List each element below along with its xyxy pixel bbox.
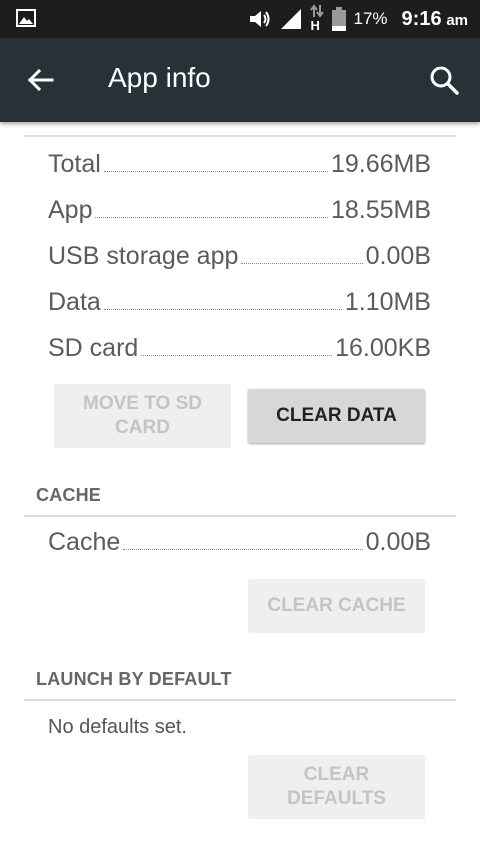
network-type: H	[310, 18, 320, 33]
volume-icon	[249, 11, 270, 27]
storage-row-app: App 18.55MB	[48, 196, 431, 224]
battery-percent: 17%	[353, 9, 388, 28]
cache-row: Cache 0.00B	[48, 528, 431, 556]
clear-cache-button[interactable]: CLEAR CACHE	[248, 579, 425, 633]
clock-ampm: am	[446, 11, 468, 29]
app-bar: App info	[0, 38, 480, 122]
cache-divider	[24, 515, 456, 517]
app-info-content[interactable]: Total 19.66MB App 18.55MB USB storage ap…	[0, 122, 480, 854]
storage-row-data: Data 1.10MB	[48, 288, 431, 316]
cache-header: CACHE	[36, 485, 102, 505]
status-bar: H 17% 9:16 am	[0, 0, 480, 38]
page-title: App info	[108, 62, 211, 93]
move-to-sd-card-button[interactable]: MOVE TO SD CARD	[54, 384, 231, 448]
storage-divider	[24, 135, 456, 137]
back-arrow-icon[interactable]	[24, 64, 56, 96]
search-icon[interactable]	[428, 64, 460, 96]
launch-by-default-header: LAUNCH BY DEFAULT	[36, 669, 232, 689]
launch-divider	[24, 699, 456, 701]
no-defaults-text: No defaults set.	[48, 716, 187, 738]
image-notification-icon	[16, 9, 36, 27]
storage-row-usb: USB storage app 0.00B	[48, 242, 431, 270]
storage-row-sdcard: SD card 16.00KB	[48, 334, 431, 362]
storage-row-total: Total 19.66MB	[48, 150, 431, 178]
clear-defaults-button[interactable]: CLEAR DEFAULTS	[248, 755, 425, 819]
clock-time: 9:16	[401, 7, 442, 30]
signal-icon	[280, 9, 301, 29]
clear-data-button[interactable]: CLEAR DATA	[248, 389, 425, 443]
battery-icon	[331, 7, 346, 31]
data-arrows-icon: H	[309, 4, 324, 34]
